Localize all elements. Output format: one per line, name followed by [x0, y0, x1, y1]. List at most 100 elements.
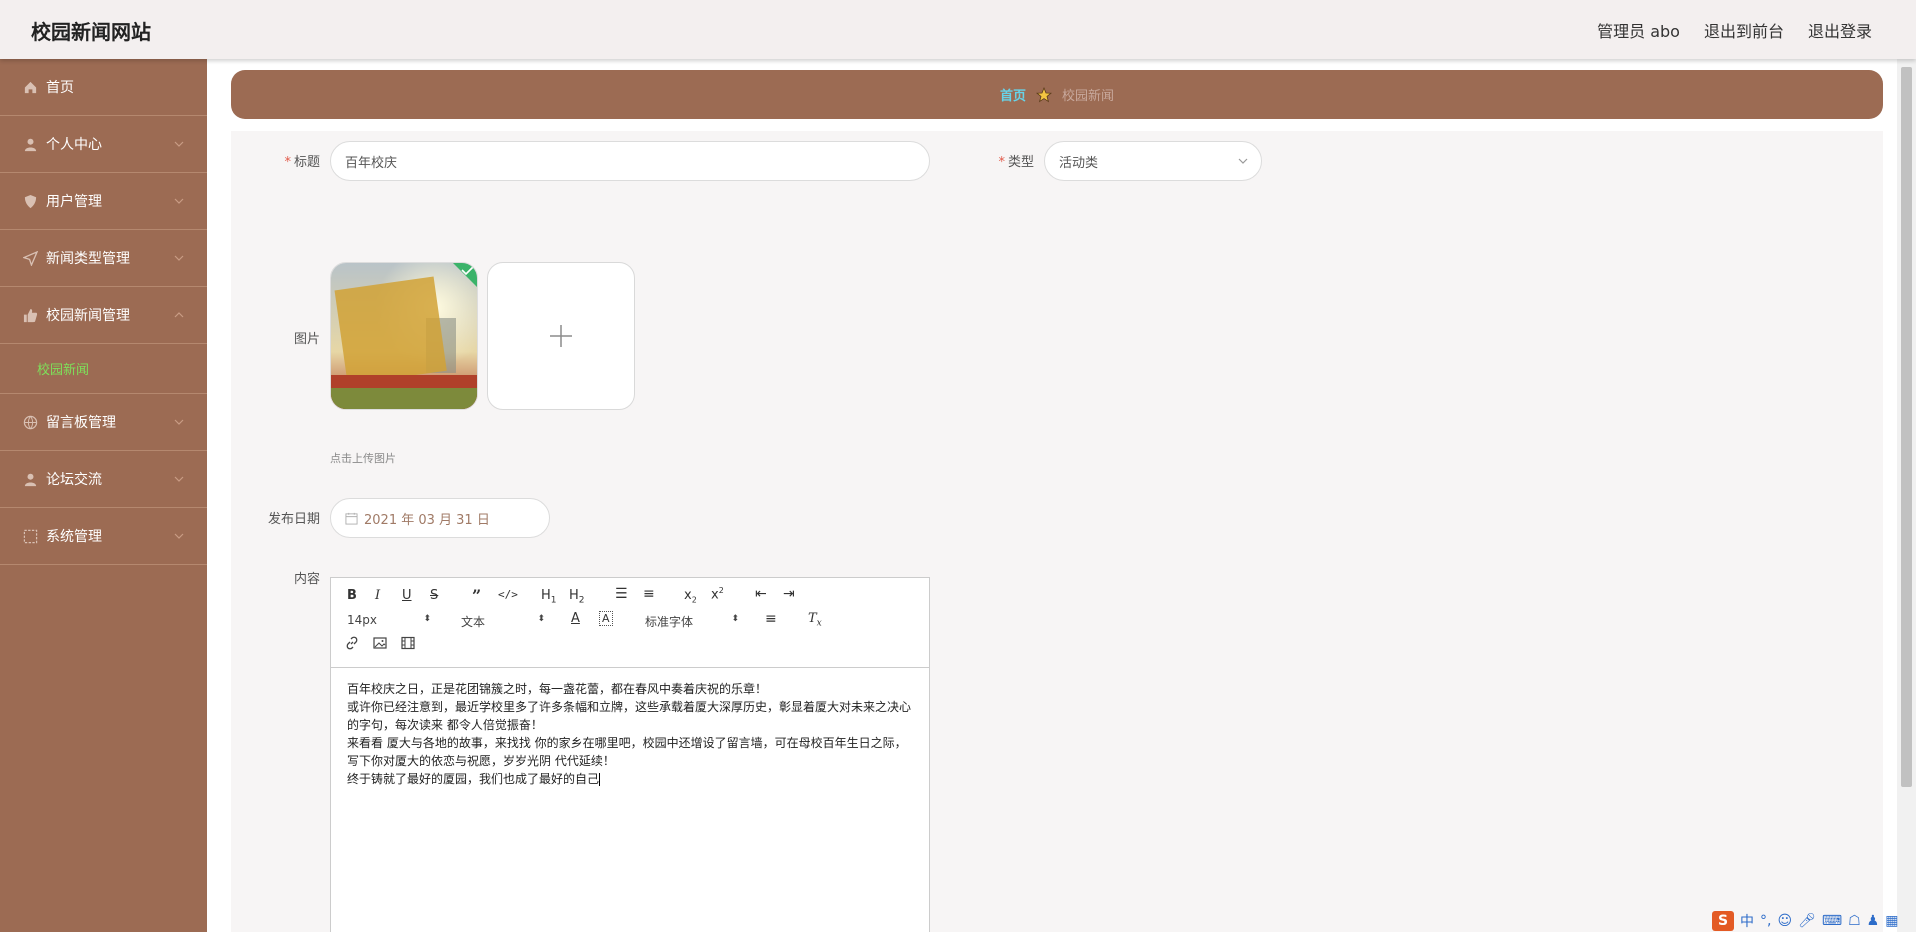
thumb-icon	[22, 307, 38, 323]
breadcrumb: 首页 校园新闻	[231, 70, 1883, 119]
sidebar-item-system-management[interactable]: 系统管理	[0, 508, 207, 565]
globe-icon	[22, 414, 38, 430]
clear-format-button[interactable]: Tx	[808, 611, 822, 629]
publish-date-value: 2021 年 03 月 31 日	[364, 512, 490, 528]
sidebar-item-message-board[interactable]: 留言板管理	[0, 394, 207, 451]
sidebar-item-home[interactable]: 首页	[0, 59, 207, 116]
align-button[interactable]: ≡	[765, 611, 777, 627]
sidebar-subitem-campus-news[interactable]: 校园新闻	[0, 344, 207, 394]
link-icon[interactable]	[345, 636, 359, 654]
type-label: * 类型	[998, 155, 1034, 170]
page-scrollbar[interactable]	[1897, 59, 1916, 932]
heading1-button[interactable]: H1	[541, 588, 557, 606]
video-icon[interactable]	[401, 636, 415, 654]
ime-microphone-icon[interactable]: 🎤︎	[1798, 913, 1816, 929]
ime-skin-icon[interactable]: ♟	[1867, 913, 1880, 929]
title-input[interactable]: 百年校庆	[330, 141, 930, 181]
heading2-button[interactable]: H2	[569, 588, 585, 606]
chevron-down-icon	[1238, 158, 1248, 164]
send-icon	[22, 250, 38, 266]
image-icon[interactable]	[373, 636, 387, 654]
ime-keyboard-icon[interactable]: ⌨	[1822, 913, 1842, 929]
ime-language-toggle[interactable]: 中	[1740, 911, 1754, 931]
ordered-list-button[interactable]: ☰	[615, 586, 628, 602]
text-color-button[interactable]: A	[571, 611, 580, 626]
sidebar-item-campus-news-management[interactable]: 校园新闻管理	[0, 287, 207, 344]
outdent-button[interactable]: ⇤	[755, 586, 767, 602]
star-icon	[1036, 86, 1052, 102]
sidebar-item-label: 论坛交流	[46, 472, 102, 488]
user-icon	[22, 471, 38, 487]
sidebar-item-label: 用户管理	[46, 194, 102, 210]
publish-date-label: 发布日期	[267, 512, 320, 527]
ime-punctuation-icon[interactable]: °,	[1760, 913, 1771, 929]
site-title: 校园新闻网站	[31, 20, 151, 44]
font-size-select[interactable]: 14px ⬍	[347, 613, 431, 627]
italic-button[interactable]: I	[375, 588, 380, 603]
calendar-icon	[345, 512, 358, 525]
sidebar-item-label: 留言板管理	[46, 415, 116, 431]
background-color-button[interactable]: A	[599, 611, 613, 626]
publish-date-picker[interactable]: 2021 年 03 月 31 日	[330, 498, 550, 538]
frame-icon	[22, 528, 38, 544]
title-input-value: 百年校庆	[345, 155, 398, 171]
news-form: * 标题 百年校庆 * 类型 活动类 图片 点击上传图片 发布日期 2021 年…	[231, 131, 1883, 932]
strikethrough-button[interactable]: S	[430, 588, 438, 603]
image-upload-button[interactable]	[487, 262, 635, 410]
blockquote-button[interactable]: ”	[472, 586, 481, 605]
text-caret	[599, 773, 601, 786]
home-icon	[22, 79, 38, 95]
subscript-button[interactable]: x2	[684, 588, 697, 605]
chevron-up-icon	[174, 312, 184, 318]
heading-select[interactable]: 文本 ⬍	[461, 613, 545, 630]
underline-button[interactable]: U	[402, 588, 412, 603]
admin-user-link[interactable]: 管理员 abo	[1597, 18, 1680, 42]
top-header: 校园新闻网站 管理员 abo 退出到前台 退出登录	[0, 0, 1916, 59]
user-icon	[22, 136, 38, 152]
title-label: * 标题	[284, 155, 320, 170]
chevron-down-icon	[174, 476, 184, 482]
image-label: 图片	[293, 332, 320, 347]
breadcrumb-current: 校园新闻	[1062, 89, 1115, 104]
scrollbar-thumb[interactable]	[1901, 67, 1912, 787]
code-block-button[interactable]: </>	[498, 588, 518, 601]
sidebar-item-label: 系统管理	[46, 529, 102, 545]
sidebar-item-news-type-management[interactable]: 新闻类型管理	[0, 230, 207, 287]
uploaded-image-thumbnail[interactable]	[330, 262, 478, 410]
breadcrumb-home-link[interactable]: 首页	[1000, 85, 1026, 104]
logout-link[interactable]: 退出登录	[1808, 18, 1872, 42]
chevron-down-icon	[174, 419, 184, 425]
content-paragraph: 来看看 厦大与各地的故事，来找找 你的家乡在哪里吧，校园中还增设了留言墙，可在母…	[347, 736, 907, 768]
ime-user-icon[interactable]: ☖	[1848, 913, 1861, 929]
chevron-down-icon	[174, 255, 184, 261]
type-select[interactable]: 活动类	[1044, 141, 1262, 181]
chevron-down-icon	[174, 533, 184, 539]
font-family-select[interactable]: 标准字体 ⬍	[645, 613, 739, 630]
main-content: 首页 校园新闻 * 标题 百年校庆 * 类型 活动类 图片 点击上传图片 发布日…	[207, 59, 1897, 932]
sidebar-item-label: 个人中心	[46, 137, 102, 153]
ime-menu-icon[interactable]: ▦	[1885, 913, 1898, 929]
rich-text-editor: B I U S ” </> H1 H2 ☰ ≡ x2 x2 ⇤ ⇥ 14px ⬍ …	[330, 577, 930, 932]
sidebar-item-personal-center[interactable]: 个人中心	[0, 116, 207, 173]
bullet-list-button[interactable]: ≡	[643, 586, 655, 602]
sidebar: 首页 个人中心 用户管理 新闻类型管理 校园新闻管理 校园新闻 留言板管理 论坛…	[0, 59, 207, 932]
superscript-button[interactable]: x2	[711, 586, 724, 602]
shield-icon	[22, 193, 38, 209]
editor-toolbar: B I U S ” </> H1 H2 ☰ ≡ x2 x2 ⇤ ⇥ 14px ⬍ …	[331, 578, 929, 668]
sogou-logo-icon[interactable]: S	[1712, 911, 1734, 931]
chevron-down-icon	[174, 141, 184, 147]
campus-celebration-image	[331, 263, 477, 409]
sidebar-item-user-management[interactable]: 用户管理	[0, 173, 207, 230]
sidebar-item-forum[interactable]: 论坛交流	[0, 451, 207, 508]
exit-to-frontend-link[interactable]: 退出到前台	[1704, 18, 1784, 42]
bold-button[interactable]: B	[347, 588, 357, 603]
editor-content[interactable]: 百年校庆之日，正是花团锦簇之时，每一盏花蕾，都在春风中奏着庆祝的乐章！ 或许你已…	[331, 668, 929, 800]
sidebar-item-label: 新闻类型管理	[46, 251, 130, 267]
ime-emoji-icon[interactable]: ☺	[1777, 913, 1792, 929]
content-paragraph: 或许你已经注意到，最近学校里多了许多条幅和立牌，这些承载着厦大深厚历史，彰显着厦…	[347, 700, 912, 732]
plus-icon	[550, 325, 572, 347]
ime-toolbar: S 中 °, ☺ 🎤︎ ⌨ ☖ ♟ ▦	[1712, 910, 1898, 932]
top-nav: 管理员 abo 退出到前台 退出登录	[1597, 18, 1872, 42]
indent-button[interactable]: ⇥	[783, 586, 795, 602]
content-label: 内容	[293, 572, 320, 587]
